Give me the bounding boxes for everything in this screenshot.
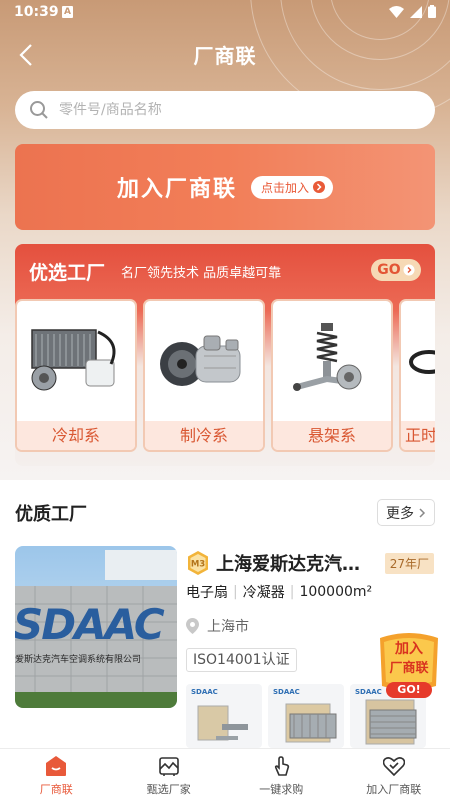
suspension-strut-icon xyxy=(293,323,362,391)
factory-tags: 电子扇 | 冷凝器 | 100000m² xyxy=(186,584,373,601)
certification-badge: ISO14001认证 xyxy=(186,648,297,672)
factory-name: 上海爱斯达克汽… xyxy=(216,554,360,575)
timing-belt-icon xyxy=(409,350,435,374)
category-label: 制冷系 xyxy=(145,421,263,450)
go-button[interactable]: GO xyxy=(371,259,421,281)
wifi-icon xyxy=(389,5,404,18)
ac-compressor-icon xyxy=(160,335,241,386)
factory-tag: 电子扇 xyxy=(186,585,228,601)
category-card-refrigeration[interactable]: 制冷系 xyxy=(143,299,265,452)
tab-label: 厂商联 xyxy=(39,783,73,796)
factory-name-row[interactable]: M3 上海爱斯达克汽… 27年厂 xyxy=(186,549,434,577)
category-card-suspension[interactable]: 悬架系 xyxy=(271,299,393,452)
floating-join-line1: 加入 xyxy=(395,641,423,657)
level-badge-icon: M3 xyxy=(188,551,208,575)
search-icon xyxy=(30,101,48,119)
category-card-cooling[interactable]: 冷却系 xyxy=(15,299,137,452)
tab-home[interactable]: 厂商联 xyxy=(0,749,113,800)
notification-icon: A xyxy=(62,6,73,18)
join-banner[interactable]: 加入厂商联 点击加入 xyxy=(15,144,435,230)
floating-join-line3: GO! xyxy=(397,683,421,696)
tab-label: 一键求购 xyxy=(259,783,304,796)
home-icon xyxy=(46,756,67,776)
featured-subtitle: 名厂领先技术 品质卓越可靠 xyxy=(121,266,282,281)
product-thumbnail[interactable]: SDAAC xyxy=(186,684,262,748)
tab-label: 甄选厂家 xyxy=(146,783,191,796)
signal-icon xyxy=(410,5,422,18)
factory-photo[interactable]: SDAAC 爱斯达克汽车空调系统有限公司 xyxy=(15,546,177,708)
tab-quick-purchase[interactable]: 一键求购 xyxy=(225,749,338,800)
chevron-right-icon xyxy=(419,507,426,518)
tab-join[interactable]: 加入厂商联 xyxy=(338,749,450,800)
factory-tag: 冷凝器 xyxy=(242,585,285,601)
handshake-heart-icon xyxy=(382,757,405,777)
section-title: 优质工厂 xyxy=(15,504,87,525)
tab-label: 加入厂商联 xyxy=(366,783,422,796)
thumb-logo: SDAAC xyxy=(273,688,300,696)
factory-icon xyxy=(158,757,179,776)
join-banner-title: 加入厂商联 xyxy=(116,176,237,202)
floating-join-line2: 厂商联 xyxy=(389,661,429,676)
cooling-radiator-icon xyxy=(31,329,116,391)
more-button[interactable]: 更多 xyxy=(377,499,435,526)
category-label: 正时 xyxy=(401,421,435,450)
category-carousel[interactable]: 冷却系 制冷系 悬架系 正时 xyxy=(15,299,435,452)
category-label: 悬架系 xyxy=(273,421,391,450)
level-badge-text: M3 xyxy=(191,560,205,570)
factory-sign-subtitle: 爱斯达克汽车空调系统有限公司 xyxy=(15,655,142,665)
go-label: GO xyxy=(377,262,401,278)
category-card-timing[interactable]: 正时 xyxy=(399,299,435,452)
category-label: 冷却系 xyxy=(17,421,135,450)
featured-title: 优选工厂 xyxy=(29,262,106,284)
status-time: 10:39 xyxy=(14,4,59,20)
factory-sign-text: SDAAC xyxy=(15,600,165,649)
featured-factories-card: 优选工厂 名厂领先技术 品质卓越可靠 GO 冷却系 制冷系 悬架系 正时 xyxy=(15,244,435,466)
status-bar: 10:39 A xyxy=(0,0,450,26)
app-header: 厂商联 xyxy=(0,30,450,80)
more-label: 更多 xyxy=(386,505,414,522)
tap-hand-icon xyxy=(275,756,290,776)
factory-location: 上海市 xyxy=(186,616,249,636)
location-text: 上海市 xyxy=(207,619,249,635)
page-title: 厂商联 xyxy=(193,44,257,68)
product-thumbnail[interactable]: SDAAC xyxy=(268,684,344,748)
join-now-label: 点击加入 xyxy=(261,180,310,195)
thumb-logo: SDAAC xyxy=(191,688,218,696)
floating-join-button[interactable]: 加入 厂商联 GO! xyxy=(376,630,442,702)
chevron-right-icon xyxy=(313,181,326,193)
search-input[interactable] xyxy=(59,102,389,118)
bottom-tab-bar: 厂商联 甄选厂家 一键求购 加入厂商联 xyxy=(0,748,450,800)
location-pin-icon xyxy=(186,618,199,634)
factory-tag: 100000m² xyxy=(299,584,373,600)
quality-factories-section: 优质工厂 更多 SDAAC 爱斯达克汽车空调系统有限公司 M3 上海爱斯达克汽…… xyxy=(0,480,450,748)
years-badge: 27年厂 xyxy=(384,552,434,574)
search-bar[interactable] xyxy=(15,91,435,129)
chevron-right-icon xyxy=(403,264,415,276)
join-now-button[interactable]: 点击加入 xyxy=(251,175,334,199)
battery-icon xyxy=(428,5,436,18)
tab-select-factory[interactable]: 甄选厂家 xyxy=(113,749,226,800)
